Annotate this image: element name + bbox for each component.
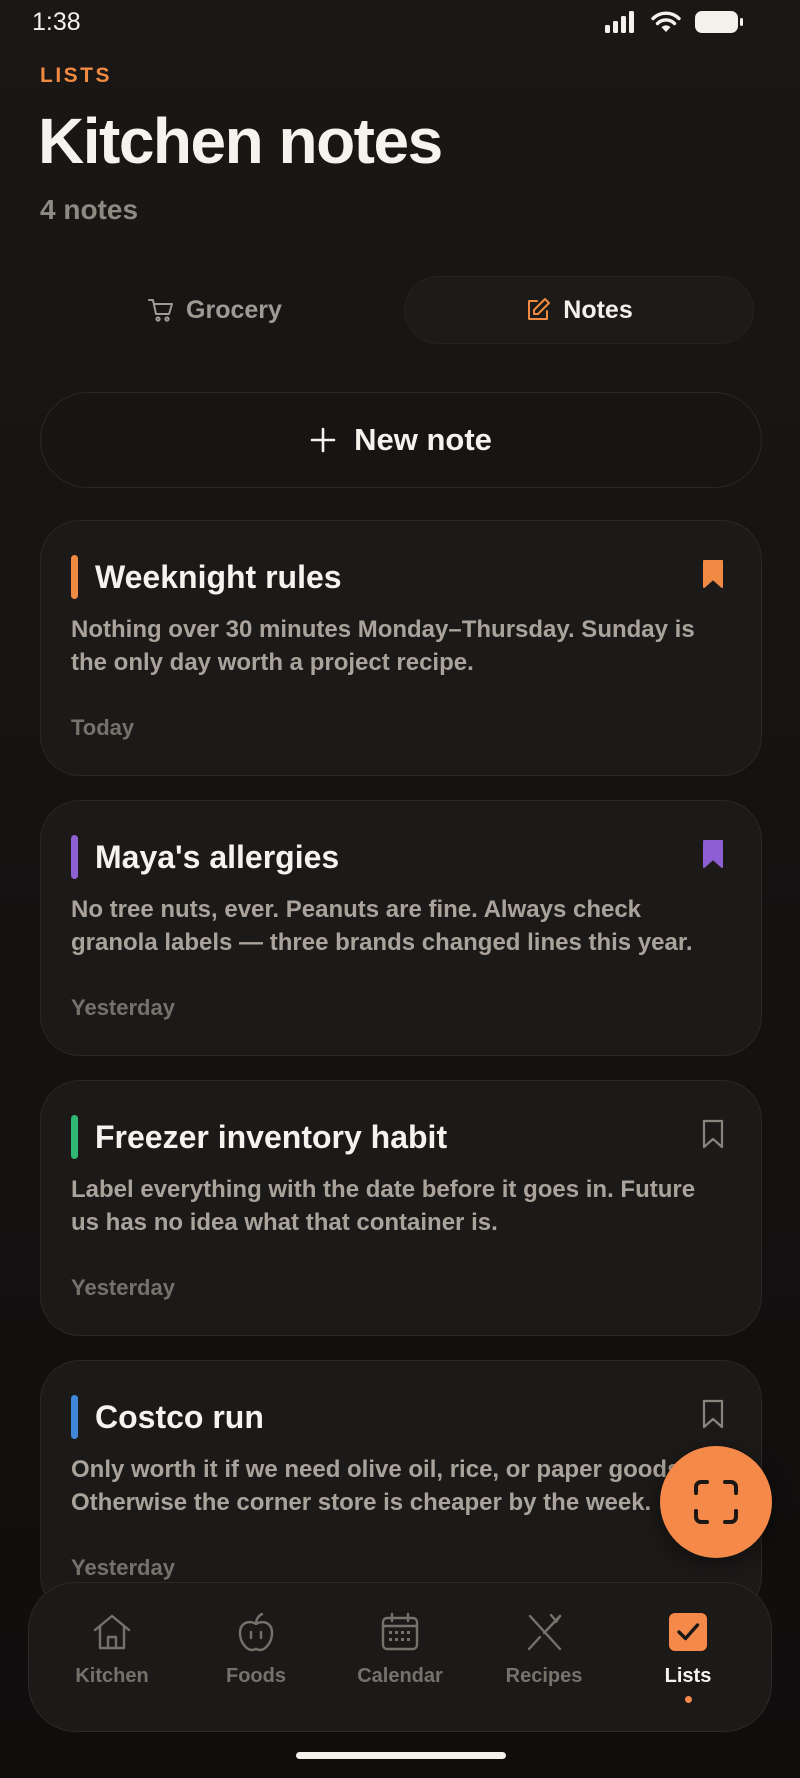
battery-icon <box>695 11 743 33</box>
tab-grocery[interactable]: Grocery <box>40 276 390 344</box>
note-card[interactable]: Weeknight rules Nothing over 30 minutes … <box>40 520 762 776</box>
plus-icon <box>310 427 336 453</box>
note-title: Maya's allergies <box>95 839 340 875</box>
bookmark-filled-icon[interactable] <box>701 559 725 594</box>
scan-icon <box>694 1480 738 1524</box>
note-date: Yesterday <box>71 1555 175 1580</box>
status-icons <box>604 10 744 34</box>
active-tab-indicator <box>684 1696 692 1703</box>
tab-foods-label: Foods <box>226 1665 286 1687</box>
status-bar: 1:38 <box>0 0 800 48</box>
wifi-icon <box>651 11 681 32</box>
bottom-tab-bar: Kitchen Foods Calendar Recipes Lists <box>28 1582 772 1732</box>
edit-note-icon <box>528 298 551 320</box>
tab-calendar-label: Calendar <box>357 1665 443 1687</box>
note-date: Yesterday <box>71 995 175 1020</box>
bookmark-outline-icon[interactable] <box>701 1119 725 1154</box>
note-title: Freezer inventory habit <box>95 1119 448 1155</box>
note-card[interactable]: Freezer inventory habit Label everything… <box>40 1080 762 1336</box>
tab-calendar[interactable]: Calendar <box>335 1609 465 1709</box>
note-count: 4 notes <box>40 194 139 225</box>
section-eyebrow: LISTS <box>40 64 113 87</box>
utensils-icon <box>527 1613 562 1651</box>
apple-icon <box>238 1612 274 1652</box>
note-accent-bar <box>71 1115 78 1159</box>
note-body: No tree nuts, ever. Peanuts are fine. Al… <box>71 896 693 956</box>
new-note-button[interactable]: New note <box>40 392 762 488</box>
tab-grocery-label: Grocery <box>186 295 282 324</box>
calendar-icon <box>381 1612 419 1651</box>
note-title: Weeknight rules <box>95 559 342 595</box>
tab-lists[interactable]: Lists <box>623 1609 753 1709</box>
cart-icon <box>148 299 174 322</box>
note-accent-bar <box>71 1395 78 1439</box>
note-body: Label everything with the date before it… <box>71 1176 696 1236</box>
tab-kitchen-label: Kitchen <box>75 1665 149 1687</box>
checkbox-icon <box>669 1613 707 1651</box>
house-icon <box>93 1614 131 1650</box>
home-indicator[interactable] <box>296 1752 506 1759</box>
tab-foods[interactable]: Foods <box>191 1609 321 1709</box>
tab-lists-label: Lists <box>664 1665 712 1687</box>
note-body: Only worth it if we need olive oil, rice… <box>71 1456 688 1516</box>
tab-notes-label: Notes <box>563 295 633 324</box>
note-card[interactable]: Maya's allergies No tree nuts, ever. Pea… <box>40 800 762 1056</box>
scan-button[interactable] <box>660 1446 772 1558</box>
page-title: Kitchen notes <box>38 105 443 177</box>
cellular-signal-icon <box>605 11 634 33</box>
tab-recipes[interactable]: Recipes <box>479 1609 609 1709</box>
note-accent-bar <box>71 555 78 599</box>
status-time: 1:38 <box>32 8 81 36</box>
note-body: Nothing over 30 minutes Monday–Thursday.… <box>71 616 695 676</box>
tab-recipes-label: Recipes <box>505 1665 583 1687</box>
tab-kitchen[interactable]: Kitchen <box>47 1609 177 1709</box>
note-date: Today <box>71 715 135 740</box>
note-title: Costco run <box>95 1399 264 1435</box>
tab-notes[interactable]: Notes <box>404 276 754 344</box>
note-accent-bar <box>71 835 78 879</box>
new-note-label: New note <box>354 422 492 457</box>
bookmark-filled-icon[interactable] <box>701 839 725 874</box>
note-date: Yesterday <box>71 1275 175 1300</box>
list-type-switcher: Grocery Notes <box>40 276 754 344</box>
note-card[interactable]: Costco run Only worth it if we need oliv… <box>40 1360 762 1616</box>
bookmark-outline-icon[interactable] <box>701 1399 725 1434</box>
